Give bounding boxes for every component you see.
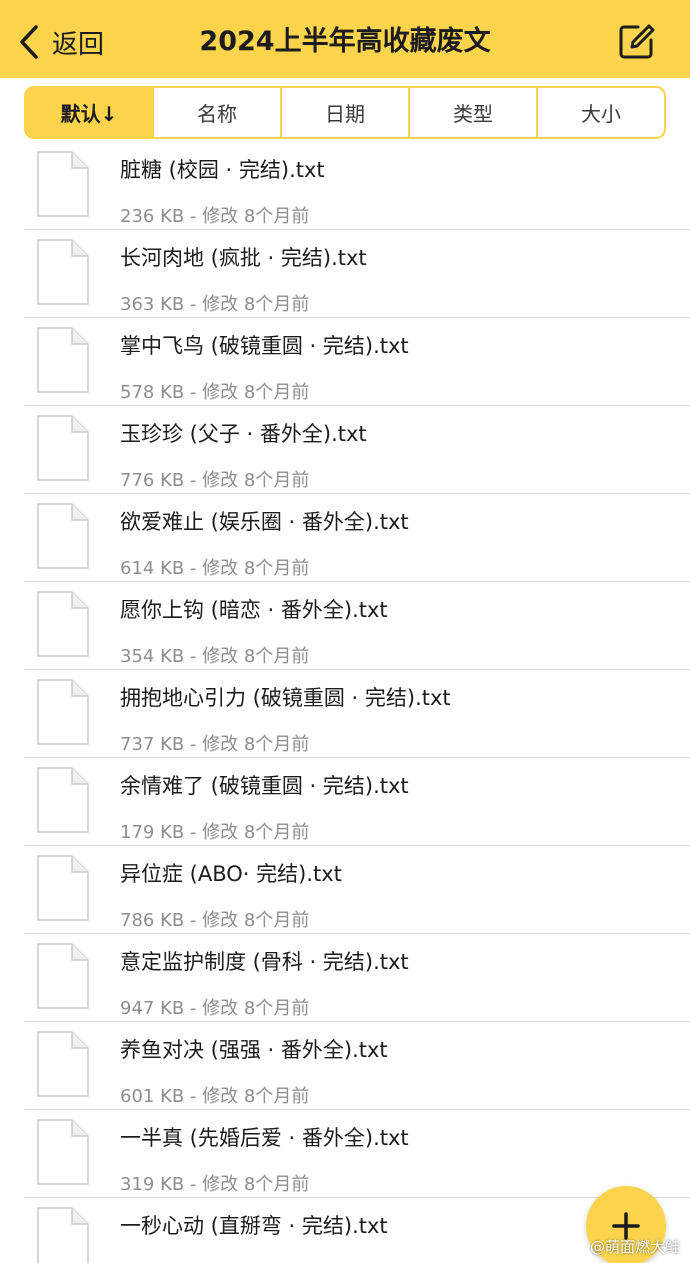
- document-icon: [37, 415, 89, 481]
- file-row[interactable]: 拥抱地心引力 (破镜重圆 · 完结).txt 737 KB - 修改 8个月前: [24, 670, 690, 758]
- document-icon: [37, 503, 89, 569]
- document-icon: [37, 767, 89, 833]
- file-row[interactable]: 愿你上钩 (暗恋 · 番外全).txt 354 KB - 修改 8个月前: [24, 582, 690, 670]
- sort-tab-default[interactable]: 默认↓: [26, 88, 152, 137]
- document-icon: [37, 679, 89, 745]
- file-row[interactable]: 玉珍珍 (父子 · 番外全).txt 776 KB - 修改 8个月前: [24, 406, 690, 494]
- document-icon: [37, 239, 89, 305]
- file-meta: 737 KB - 修改 8个月前: [120, 734, 310, 755]
- watermark: @萌面燃大鲑: [589, 1238, 680, 1256]
- file-row[interactable]: 异位症 (ABO· 完结).txt 786 KB - 修改 8个月前: [24, 846, 690, 934]
- file-name: 一秒心动 (直掰弯 · 完结).txt: [120, 1214, 388, 1238]
- file-name: 一半真 (先婚后爱 · 番外全).txt: [120, 1126, 409, 1150]
- file-row[interactable]: 养鱼对决 (强强 · 番外全).txt 601 KB - 修改 8个月前: [24, 1022, 690, 1110]
- document-icon: [37, 591, 89, 657]
- file-meta: 601 KB - 修改 8个月前: [120, 1086, 310, 1107]
- file-row[interactable]: 意定监护制度 (骨科 · 完结).txt 947 KB - 修改 8个月前: [24, 934, 690, 1022]
- file-meta: 354 KB - 修改 8个月前: [120, 646, 310, 667]
- file-name: 拥抱地心引力 (破镜重圆 · 完结).txt: [120, 686, 451, 710]
- document-icon: [37, 1031, 89, 1097]
- file-meta: 363 KB - 修改 8个月前: [120, 294, 310, 315]
- file-name: 欲爱难止 (娱乐圈 · 番外全).txt: [120, 510, 409, 534]
- compose-icon[interactable]: [616, 22, 656, 62]
- document-icon: [37, 943, 89, 1009]
- back-button[interactable]: 返回: [18, 22, 104, 62]
- file-row[interactable]: 余情难了 (破镜重圆 · 完结).txt 179 KB - 修改 8个月前: [24, 758, 690, 846]
- file-name: 余情难了 (破镜重圆 · 完结).txt: [120, 774, 409, 798]
- sort-tab-name[interactable]: 名称: [152, 88, 280, 137]
- file-name: 玉珍珍 (父子 · 番外全).txt: [120, 422, 367, 446]
- sort-segmented-control: 默认↓ 名称 日期 类型 大小: [24, 86, 666, 139]
- chevron-left-icon: [20, 25, 38, 59]
- file-meta: 236 KB - 修改 8个月前: [120, 206, 310, 227]
- sort-tab-date[interactable]: 日期: [280, 88, 408, 137]
- page-title: 2024上半年高收藏废文: [199, 26, 491, 57]
- file-meta: 319 KB - 修改 8个月前: [120, 1174, 310, 1195]
- back-label: 返回: [52, 29, 105, 60]
- file-row[interactable]: 掌中飞鸟 (破镜重圆 · 完结).txt 578 KB - 修改 8个月前: [24, 318, 690, 406]
- file-name: 意定监护制度 (骨科 · 完结).txt: [120, 950, 409, 974]
- file-list: 脏糖 (校园 · 完结).txt 236 KB - 修改 8个月前 长河肉地 (…: [0, 142, 690, 1263]
- file-name: 异位症 (ABO· 完结).txt: [120, 862, 342, 886]
- sort-tab-size[interactable]: 大小: [536, 88, 664, 137]
- sort-tab-type[interactable]: 类型: [408, 88, 536, 137]
- file-row[interactable]: 欲爱难止 (娱乐圈 · 番外全).txt 614 KB - 修改 8个月前: [24, 494, 690, 582]
- file-row[interactable]: 长河肉地 (疯批 · 完结).txt 363 KB - 修改 8个月前: [24, 230, 690, 318]
- file-meta: 179 KB - 修改 8个月前: [120, 822, 310, 843]
- file-meta: 776 KB - 修改 8个月前: [120, 470, 310, 491]
- file-meta: 786 KB - 修改 8个月前: [120, 910, 310, 931]
- file-name: 掌中飞鸟 (破镜重圆 · 完结).txt: [120, 334, 409, 358]
- file-name: 长河肉地 (疯批 · 完结).txt: [120, 246, 367, 270]
- file-meta: 614 KB - 修改 8个月前: [120, 558, 310, 579]
- file-name: 愿你上钩 (暗恋 · 番外全).txt: [120, 598, 388, 622]
- document-icon: [37, 855, 89, 921]
- nav-bar: 返回 2024上半年高收藏废文: [0, 0, 690, 78]
- file-name: 脏糖 (校园 · 完结).txt: [120, 158, 325, 182]
- file-meta: 578 KB - 修改 8个月前: [120, 382, 310, 403]
- document-icon: [37, 151, 89, 217]
- file-meta: 947 KB - 修改 8个月前: [120, 998, 310, 1019]
- file-row[interactable]: 一半真 (先婚后爱 · 番外全).txt 319 KB - 修改 8个月前: [24, 1110, 690, 1198]
- document-icon: [37, 327, 89, 393]
- document-icon: [37, 1207, 89, 1263]
- document-icon: [37, 1119, 89, 1185]
- file-row[interactable]: 脏糖 (校园 · 完结).txt 236 KB - 修改 8个月前: [24, 142, 690, 230]
- file-name: 养鱼对决 (强强 · 番外全).txt: [120, 1038, 388, 1062]
